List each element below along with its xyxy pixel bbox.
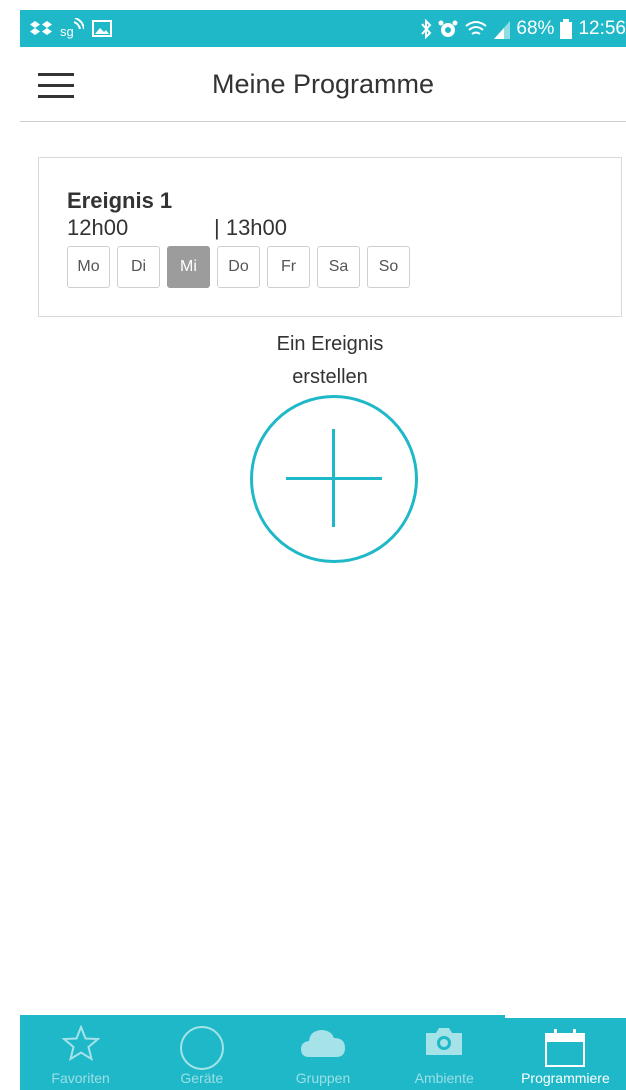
create-event-label: Ein Ereignis erstellen: [230, 328, 430, 394]
event-start-time: 12h00: [67, 215, 129, 240]
status-bar: sg 68% 12:56: [20, 10, 626, 47]
day-tuesday[interactable]: Di: [117, 246, 160, 288]
event-end-time: | 13h00: [214, 215, 288, 240]
weekday-selector: Mo Di Mi Do Fr Sa So: [67, 246, 410, 288]
star-icon: [60, 1024, 101, 1064]
status-left: sg: [30, 17, 112, 40]
create-event-label-line1: Ein Ereignis: [276, 333, 384, 355]
alarm-icon: [438, 19, 458, 39]
hamburger-icon[interactable]: [38, 73, 74, 99]
day-friday[interactable]: Fr: [267, 246, 310, 288]
nav-ambiente[interactable]: Ambiente: [384, 1015, 505, 1090]
cloud-icon: [299, 1025, 347, 1062]
add-event-button[interactable]: [250, 395, 418, 563]
nav-favoriten[interactable]: Favoriten: [20, 1015, 141, 1090]
image-icon: [92, 20, 112, 37]
camera-icon: [424, 1025, 464, 1060]
status-right: 68% 12:56: [420, 18, 626, 40]
wifi-icon: [464, 19, 488, 39]
event-title: Ereignis 1: [67, 188, 173, 213]
svg-text:sg: sg: [60, 24, 74, 39]
event-card[interactable]: Ereignis 1 12h00 | 13h00 Mo Di Mi Do Fr …: [38, 157, 622, 317]
nav-label-ambiente: Ambiente: [414, 1070, 474, 1086]
nav-label-gruppen: Gruppen: [295, 1070, 351, 1086]
nav-geraete[interactable]: Geräte: [141, 1015, 262, 1090]
battery-icon: [560, 18, 573, 39]
nav-label-favoriten: Favoriten: [51, 1070, 110, 1086]
battery-percent: 68%: [516, 17, 555, 39]
signal-icon: [494, 19, 511, 39]
bottom-nav: Favoriten Geräte Gruppen Ambiente Progra…: [20, 1015, 626, 1090]
calendar-icon: [544, 1028, 586, 1071]
nav-programmiere[interactable]: Programmiere: [504, 1015, 626, 1090]
nav-label-programmiere: Programmiere: [521, 1070, 610, 1086]
day-monday[interactable]: Mo: [67, 246, 110, 288]
nav-gruppen[interactable]: Gruppen: [262, 1015, 383, 1090]
day-thursday[interactable]: Do: [217, 246, 260, 288]
circle-icon: [179, 1025, 225, 1074]
sync-icon: sg: [60, 17, 84, 40]
dropbox-icon: [30, 20, 52, 38]
page-title: Meine Programme: [211, 68, 435, 99]
day-wednesday[interactable]: Mi: [167, 246, 210, 288]
create-event-label-line2: erstellen: [292, 366, 368, 388]
day-sunday[interactable]: So: [367, 246, 410, 288]
bluetooth-icon: [420, 18, 432, 39]
clock: 12:56: [578, 17, 626, 39]
app-header: Meine Programme: [20, 47, 626, 122]
plus-icon-vertical: [332, 429, 335, 527]
day-saturday[interactable]: Sa: [317, 246, 360, 288]
